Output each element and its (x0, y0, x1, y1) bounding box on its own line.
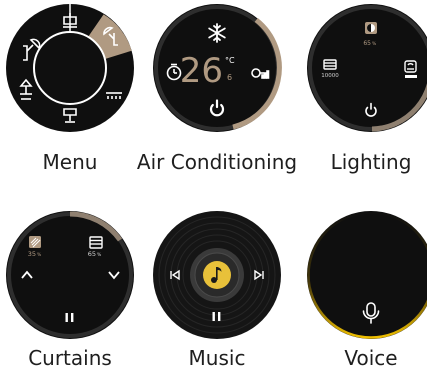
temperature-unit: °C (225, 56, 235, 65)
menu-dial[interactable] (5, 3, 135, 133)
music-dial[interactable] (152, 210, 282, 340)
curtain-right-percent: 65 (88, 250, 96, 258)
light-mode-indicator (405, 75, 417, 78)
curtain-left-unit: % (37, 252, 42, 258)
brightness-unit: % (372, 41, 377, 47)
caption-music: Music (127, 346, 307, 370)
voice-dial[interactable] (306, 210, 427, 340)
temperature-value: 26 (180, 51, 223, 91)
lighting-dial[interactable]: 65 % 10000 (306, 3, 427, 133)
brightness-value: 65 (363, 40, 371, 47)
fan-level: 6 (227, 73, 232, 82)
caption-air-conditioning: Air Conditioning (127, 150, 307, 174)
color-temperature-value: 10000 (321, 73, 339, 79)
caption-lighting: Lighting (281, 150, 427, 174)
brightness-icon (365, 22, 377, 34)
caption-voice: Voice (281, 346, 427, 370)
air-conditioning-dial[interactable]: 26 °C 6 (152, 3, 282, 133)
curtain-right-unit: % (97, 252, 102, 258)
curtain-left-percent: 35 (28, 250, 36, 258)
curtain-left-icon (29, 236, 41, 248)
curtains-dial[interactable]: 35 % 65 % (5, 210, 135, 340)
